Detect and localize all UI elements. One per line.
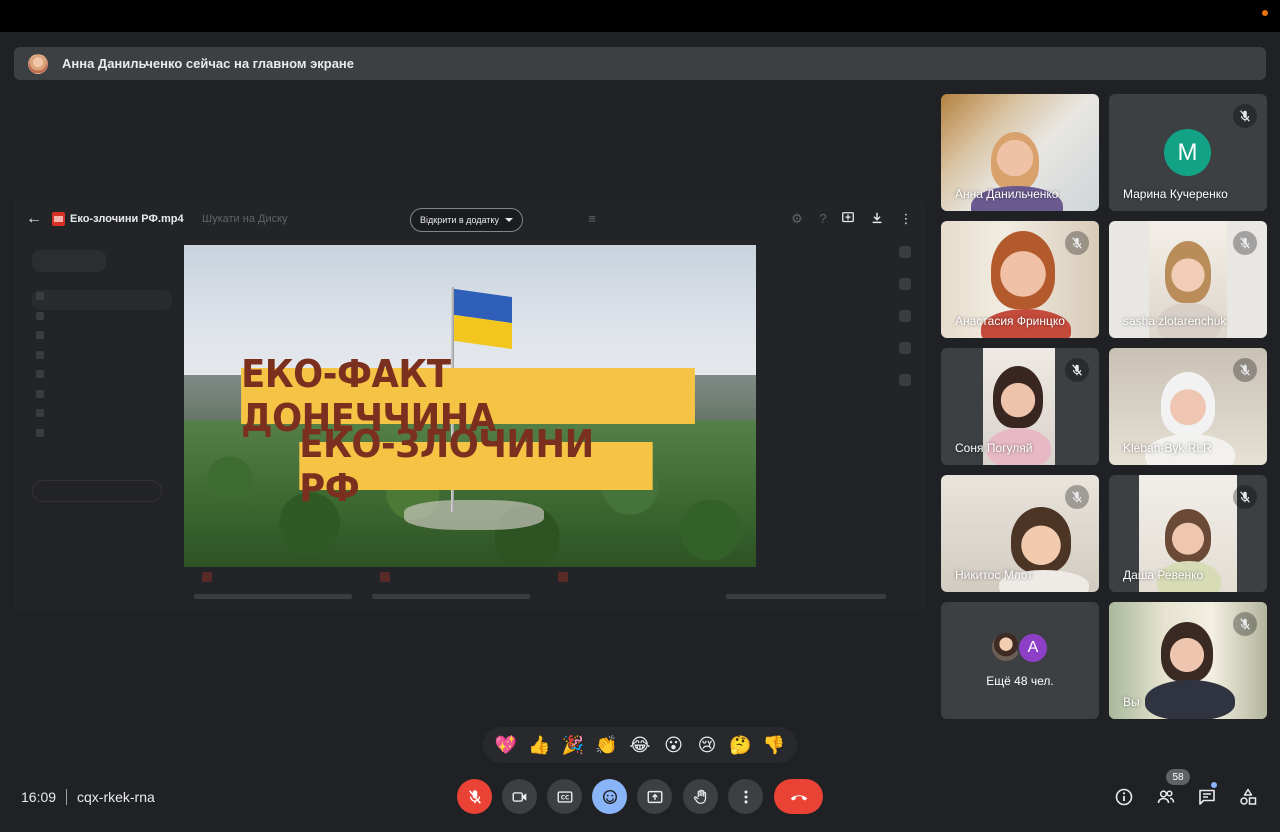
participant-name: Kleban-Byk RLR xyxy=(1123,441,1212,455)
svg-text:CC: CC xyxy=(560,795,569,801)
drive-player-bar: ← Еко-злочини РФ.mp4 Шукати на Диску Від… xyxy=(14,200,926,240)
system-top-bar xyxy=(0,0,1280,32)
participant-tile[interactable]: Анастасия Фринцко xyxy=(941,221,1099,338)
reaction-thinking[interactable]: 🤔 xyxy=(728,735,754,756)
video-caption-2: ЕКО-ЗЛОЧИНИ РФ xyxy=(299,422,653,510)
participant-tile[interactable]: M Марина Кучеренко xyxy=(1109,94,1267,211)
participant-tile[interactable]: sasha zlotarenchuk xyxy=(1109,221,1267,338)
people-icon xyxy=(1157,790,1175,804)
meeting-time: 16:09 xyxy=(21,789,57,805)
participant-name: Анастасия Фринцко xyxy=(955,314,1065,328)
video-file-icon xyxy=(52,212,65,226)
participant-tile[interactable]: Соня Погуляй xyxy=(941,348,1099,465)
reaction-clap[interactable]: 👏 xyxy=(593,735,619,756)
more-participants-avatars: A xyxy=(991,632,1051,664)
raise-hand-button[interactable] xyxy=(683,779,718,814)
meeting-details-button[interactable] xyxy=(1113,786,1135,808)
mic-off-icon xyxy=(1065,231,1089,255)
reaction-sad[interactable]: 😢 xyxy=(694,735,720,756)
ghost-search-text: Шукати на Диску xyxy=(202,213,288,225)
chat-icon xyxy=(1199,789,1215,805)
mic-off-icon xyxy=(1233,104,1257,128)
participant-tile[interactable]: Даша Ревенко xyxy=(1109,475,1267,592)
participant-name: Даша Ревенко xyxy=(1123,568,1204,582)
more-options-button[interactable] xyxy=(728,779,763,814)
participant-tile[interactable]: Kleban-Byk RLR xyxy=(1109,348,1267,465)
reaction-thumbs-down[interactable]: 👎 xyxy=(761,735,787,756)
present-icon xyxy=(647,790,662,803)
camera-toggle-button[interactable] xyxy=(502,779,537,814)
activities-icon xyxy=(1240,788,1257,805)
mic-off-icon xyxy=(1233,358,1257,382)
more-participants-label: Ещё 48 чел. xyxy=(986,674,1054,688)
ghost-side-panel xyxy=(899,246,919,406)
participant-tile[interactable]: Анна Данильченко xyxy=(941,94,1099,211)
mic-off-icon xyxy=(1233,231,1257,255)
end-call-icon xyxy=(790,794,807,800)
reaction-thumbs-up[interactable]: 👍 xyxy=(526,735,552,756)
reaction-party[interactable]: 🎉 xyxy=(560,735,586,756)
mic-off-icon xyxy=(1233,612,1257,636)
activities-button[interactable] xyxy=(1237,786,1259,808)
captions-button[interactable]: CC xyxy=(547,779,582,814)
recording-indicator-dot xyxy=(1262,10,1268,16)
shared-screen[interactable]: ← Еко-злочини РФ.mp4 Шукати на Диску Від… xyxy=(14,200,926,610)
captions-icon: CC xyxy=(557,790,572,803)
reaction-sparkling-heart[interactable]: 💖 xyxy=(493,735,519,756)
mic-off-icon xyxy=(1065,485,1089,509)
footer-divider xyxy=(66,789,67,805)
chat-unread-dot xyxy=(1211,782,1217,788)
open-with-label: Відкрити в додатку xyxy=(420,215,499,225)
camera-icon xyxy=(512,791,526,802)
ghost-file-row xyxy=(194,572,914,602)
file-name: Еко-злочини РФ.mp4 xyxy=(70,213,184,225)
download-icon[interactable] xyxy=(869,211,885,227)
chat-button[interactable] xyxy=(1196,786,1218,808)
meeting-code: cqx-rkek-rna xyxy=(77,789,155,805)
video-frame[interactable]: ЕКО-ФАКТ ДОНЕЧЧИНА ЕКО-ЗЛОЧИНИ РФ xyxy=(184,245,756,567)
more-participants-tile[interactable]: A Ещё 48 чел. xyxy=(941,602,1099,719)
participant-name: sasha zlotarenchuk xyxy=(1123,314,1227,328)
ghost-drive-sidebar xyxy=(32,250,172,502)
reaction-laugh[interactable]: 😂 xyxy=(627,735,653,756)
participant-name: Анна Данильченко xyxy=(955,187,1059,201)
raise-hand-icon xyxy=(693,789,706,804)
presenter-avatar xyxy=(28,53,48,74)
mic-off-icon xyxy=(468,789,481,804)
back-arrow-icon[interactable]: ← xyxy=(26,211,42,227)
people-count-badge: 58 xyxy=(1166,769,1190,785)
participant-name: Никитос Млот xyxy=(955,568,1033,582)
people-button[interactable] xyxy=(1155,786,1177,808)
presenter-banner: Анна Данильченко сейчас на главном экран… xyxy=(14,47,1266,80)
participant-tile[interactable]: Никитос Млот xyxy=(941,475,1099,592)
more-vert-icon[interactable]: ⋮ xyxy=(898,211,914,227)
reaction-surprised[interactable]: 😮 xyxy=(661,735,687,756)
participant-name: Марина Кучеренко xyxy=(1123,187,1228,201)
more-options-icon xyxy=(743,790,748,803)
participant-name: Вы xyxy=(1123,695,1140,709)
mic-off-icon xyxy=(1065,358,1089,382)
open-with-button[interactable]: Відкрити в додатку xyxy=(410,208,523,232)
filter-icon: ≡ xyxy=(588,211,596,226)
mic-off-icon xyxy=(1233,485,1257,509)
reactions-bar: 💖 👍 🎉 👏 😂 😮 😢 🤔 👎 xyxy=(483,727,797,763)
present-button[interactable] xyxy=(637,779,672,814)
chevron-down-icon xyxy=(504,218,513,222)
mic-toggle-button[interactable] xyxy=(457,779,492,814)
info-icon xyxy=(1115,788,1133,806)
ghost-help-icon: ? xyxy=(819,211,827,226)
avatar: M xyxy=(1164,129,1211,176)
participant-name: Соня Погуляй xyxy=(955,441,1033,455)
self-tile[interactable]: Вы xyxy=(1109,602,1267,719)
video-caption-1: ЕКО-ФАКТ ДОНЕЧЧИНА xyxy=(241,352,695,440)
avatar: A xyxy=(1017,632,1049,664)
end-call-button[interactable] xyxy=(774,779,823,814)
banner-text: Анна Данильченко сейчас на главном экран… xyxy=(62,56,355,71)
comment-add-icon[interactable] xyxy=(840,211,856,227)
ghost-settings-icon: ⚙ xyxy=(791,211,803,226)
emoji-icon xyxy=(602,789,617,804)
reactions-button[interactable] xyxy=(592,779,627,814)
